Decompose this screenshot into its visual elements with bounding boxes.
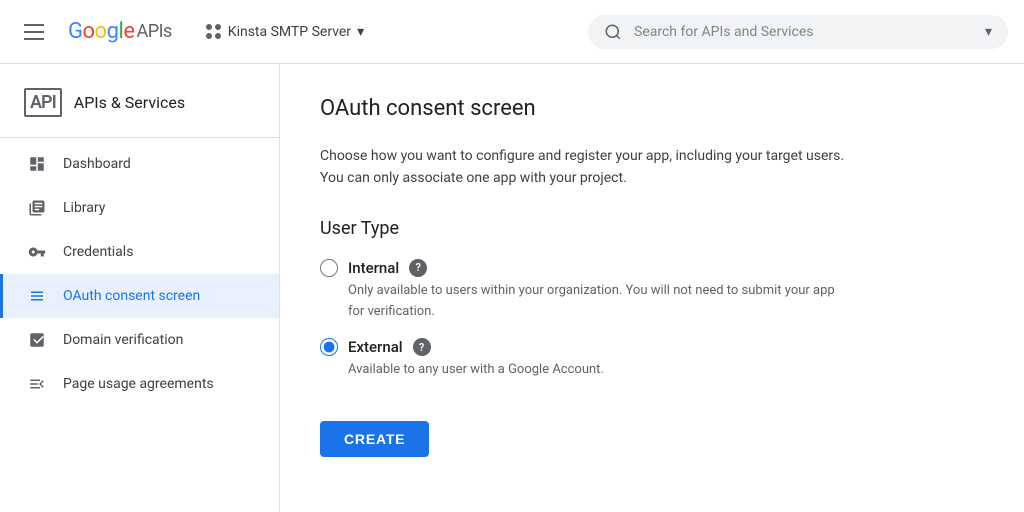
main-layout: API APIs & Services Dashboard Library	[0, 64, 1024, 512]
internal-label[interactable]: Internal	[348, 259, 399, 277]
search-placeholder: Search for APIs and Services	[634, 24, 814, 40]
user-type-section-title: User Type	[320, 218, 984, 239]
sidebar-item-dashboard[interactable]: Dashboard	[0, 142, 279, 186]
project-dots-icon	[206, 24, 222, 40]
page-title: OAuth consent screen	[320, 96, 984, 121]
internal-label-row: Internal ?	[320, 259, 984, 277]
topbar: Google APIs Kinsta SMTP Server ▾ Search …	[0, 0, 1024, 64]
sidebar-item-oauth[interactable]: OAuth consent screen	[0, 274, 279, 318]
internal-description: Only available to users within your orga…	[348, 281, 848, 323]
project-selector[interactable]: Kinsta SMTP Server ▾	[196, 18, 374, 46]
external-help-icon[interactable]: ?	[413, 338, 431, 356]
domain-icon	[27, 330, 47, 350]
apis-label: APIs	[136, 21, 171, 42]
api-logo: API	[24, 88, 62, 117]
logo-letter-o2: o	[95, 19, 107, 44]
sidebar-item-dashboard-label: Dashboard	[63, 156, 131, 172]
credentials-icon	[27, 242, 47, 262]
dashboard-icon	[27, 154, 47, 174]
sidebar-item-domain[interactable]: Domain verification	[0, 318, 279, 362]
external-option: External ? Available to any user with a …	[320, 338, 984, 381]
sidebar-item-oauth-label: OAuth consent screen	[63, 288, 200, 304]
external-label-row: External ?	[320, 338, 984, 356]
internal-option: Internal ? Only available to users withi…	[320, 259, 984, 323]
description-text: Choose how you want to configure and reg…	[320, 145, 860, 190]
project-name: Kinsta SMTP Server	[228, 24, 351, 40]
sidebar-divider	[0, 137, 279, 138]
sidebar-item-credentials[interactable]: Credentials	[0, 230, 279, 274]
external-description: Available to any user with a Google Acco…	[348, 360, 848, 381]
oauth-icon	[27, 286, 47, 306]
hamburger-menu[interactable]	[16, 16, 52, 48]
page-usage-icon	[27, 374, 47, 394]
logo-letter-e: e	[123, 19, 134, 44]
sidebar-item-page-usage[interactable]: Page usage agreements	[0, 362, 279, 406]
sidebar-item-credentials-label: Credentials	[63, 244, 133, 260]
sidebar-header-label: APIs & Services	[74, 93, 185, 112]
external-radio[interactable]	[320, 338, 338, 356]
sidebar-item-library[interactable]: Library	[0, 186, 279, 230]
search-bar[interactable]: Search for APIs and Services ▾	[588, 15, 1008, 49]
internal-help-icon[interactable]: ?	[409, 259, 427, 277]
main-content: OAuth consent screen Choose how you want…	[280, 64, 1024, 512]
create-button[interactable]: CREATE	[320, 421, 429, 457]
sidebar-item-library-label: Library	[63, 200, 105, 216]
external-label[interactable]: External	[348, 338, 403, 356]
sidebar: API APIs & Services Dashboard Library	[0, 64, 280, 512]
search-icon	[604, 23, 622, 41]
sidebar-item-domain-label: Domain verification	[63, 332, 183, 348]
logo-letter-o1: o	[83, 19, 95, 44]
internal-radio[interactable]	[320, 259, 338, 277]
sidebar-item-page-usage-label: Page usage agreements	[63, 376, 214, 392]
user-type-radio-group: Internal ? Only available to users withi…	[320, 259, 984, 397]
library-icon	[27, 198, 47, 218]
logo-letter-g: G	[68, 19, 83, 44]
sidebar-header: API APIs & Services	[0, 72, 279, 133]
search-dropdown-icon[interactable]: ▾	[985, 24, 992, 40]
google-logo: Google APIs	[68, 19, 172, 44]
logo-letter-g2: g	[107, 19, 119, 44]
dropdown-icon: ▾	[357, 24, 364, 40]
